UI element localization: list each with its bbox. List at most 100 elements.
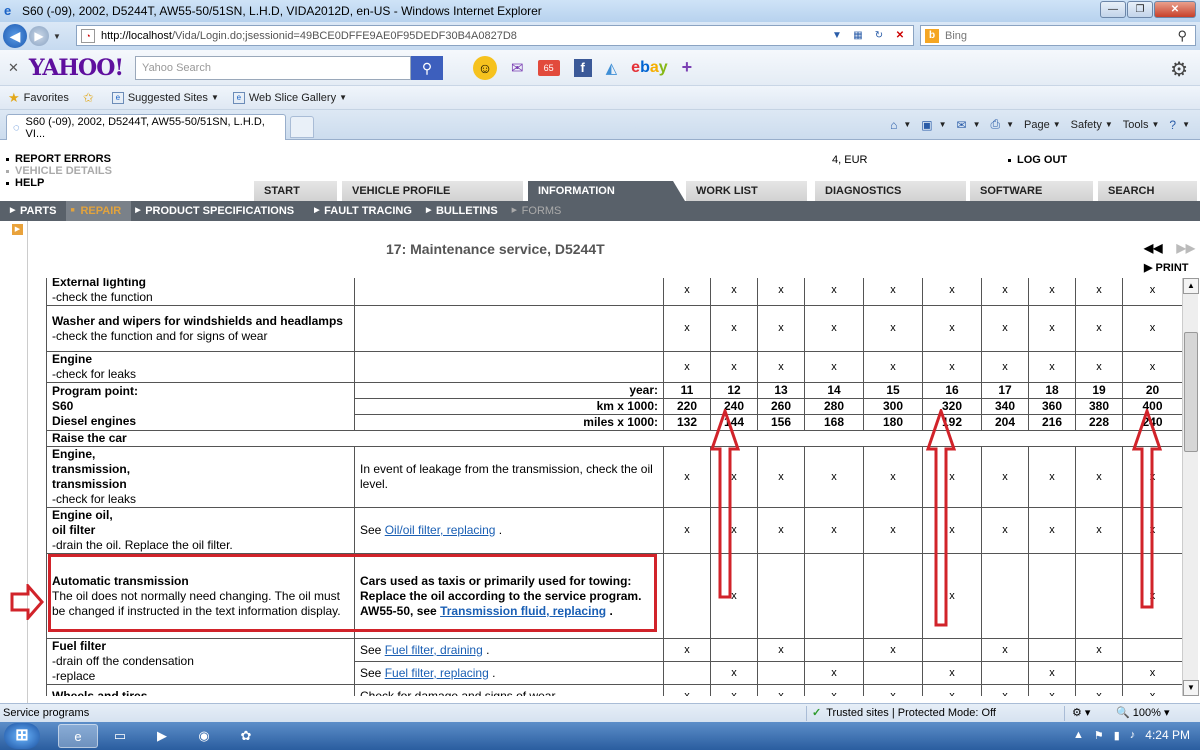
security-zone[interactable]: ✓ Trusted sites | Protected Mode: Off <box>812 706 996 720</box>
add-app-icon[interactable]: + <box>682 57 693 78</box>
table-cell: 12 <box>710 382 758 399</box>
feeds-button[interactable]: ▣ ▼ <box>921 118 946 132</box>
ebay-letter: e <box>631 58 641 76</box>
tab-information[interactable]: INFORMATION <box>528 181 685 201</box>
new-tab-button[interactable] <box>290 116 314 138</box>
table-cell: x <box>757 351 805 383</box>
page-loading-icon: ◔ <box>81 28 95 43</box>
taskbar-media-icon[interactable]: ▶ <box>142 724 182 748</box>
table-cell: x <box>1028 684 1076 696</box>
news-badge[interactable]: 65 <box>537 59 560 76</box>
table-cell: x <box>1028 278 1076 306</box>
fav-web-slice-gallery[interactable]: e Web Slice Gallery ▼ <box>232 91 347 104</box>
url-dropdown-icon[interactable]: ▼ <box>828 28 846 43</box>
close-button[interactable]: ✕ <box>1154 1 1196 18</box>
tools-menu[interactable]: Tools ▼ <box>1123 119 1160 131</box>
previous-page-icon[interactable]: ◀◀ <box>1144 241 1162 255</box>
bing-search-field[interactable]: b Bing ⚲ <box>920 25 1196 46</box>
yahoo-search-input[interactable]: Yahoo Search <box>135 55 412 80</box>
messenger-icon[interactable]: ☺ <box>473 55 498 80</box>
forward-button[interactable]: ▶ <box>29 26 49 46</box>
finance-chart-icon[interactable]: ◭ <box>606 59 618 77</box>
tab-start[interactable]: START <box>254 181 338 201</box>
yahoo-logo[interactable]: YAHOO! <box>29 55 124 81</box>
popup-blocker-icon[interactable]: ⚙ ▾ <box>1072 706 1090 719</box>
taskbar-explorer-icon[interactable]: ▭ <box>100 724 140 748</box>
tray-flag-icon[interactable]: ⚑ <box>1094 729 1104 742</box>
scroll-down-icon[interactable]: ▼ <box>1183 680 1199 696</box>
expand-panel-icon[interactable]: ▶ <box>12 224 23 235</box>
start-button[interactable]: ⊞ <box>4 723 40 749</box>
report-errors-link[interactable]: REPORT ERRORS <box>6 153 112 165</box>
vertical-scrollbar[interactable]: ▲ ▼ <box>1182 278 1199 696</box>
facebook-icon[interactable]: f <box>573 58 592 77</box>
fav-suggested-sites[interactable]: e Suggested Sites ▼ <box>111 91 219 104</box>
ebay-logo[interactable]: ebay <box>631 59 668 77</box>
scroll-thumb[interactable] <box>1184 332 1198 452</box>
tab-software[interactable]: SOFTWARE <box>970 181 1094 201</box>
scroll-up-icon[interactable]: ▲ <box>1183 278 1199 294</box>
mail-icon: ✉ <box>956 117 967 132</box>
print-link[interactable]: ▶ PRINT <box>1144 261 1189 274</box>
table-row: Raise the car <box>46 430 1182 447</box>
chevron-down-icon: ▼ <box>210 93 219 102</box>
home-button[interactable]: ⌂ ▼ <box>890 118 911 132</box>
table-cell: x <box>1028 446 1076 508</box>
help-button[interactable]: ? ▼ <box>1169 118 1190 132</box>
search-icon[interactable]: ⚲ <box>1177 28 1187 44</box>
stop-icon[interactable]: ✕ <box>891 28 909 43</box>
logout-link[interactable]: LOG OUT <box>1008 154 1067 166</box>
fuel-filter-draining-link[interactable]: Fuel filter, draining <box>385 643 483 657</box>
safety-menu[interactable]: Safety ▼ <box>1071 119 1113 131</box>
table-cell: x <box>663 446 711 508</box>
table-row: Engine oil, oil filter -drain the oil. Rep… <box>46 507 1182 554</box>
table-cell: 17 <box>981 382 1029 399</box>
mail-button[interactable]: ✉ ▼ <box>957 118 981 132</box>
tab-vehicle-profile[interactable]: VEHICLE PROFILE <box>342 181 524 201</box>
taskbar-ie-icon[interactable]: e <box>58 724 98 748</box>
minimize-button[interactable]: — <box>1100 1 1126 18</box>
oil-filter-replacing-link[interactable]: Oil/oil filter, replacing <box>385 523 496 537</box>
tab-search[interactable]: SEARCH <box>1098 181 1198 201</box>
transmission-fluid-replacing-link[interactable]: Transmission fluid, replacing <box>440 604 606 618</box>
tray-arrow-icon[interactable]: ▲ <box>1073 729 1084 741</box>
tab-diagnostics[interactable]: DIAGNOSTICS <box>815 181 967 201</box>
subtab-fault-tracing[interactable]: FAULT TRACING <box>310 201 422 221</box>
history-dropdown-icon[interactable]: ▼ <box>53 32 61 41</box>
table-cell: x <box>922 661 982 685</box>
network-icon[interactable]: ▮ <box>1114 729 1120 742</box>
clock[interactable]: 4:24 PM <box>1145 728 1190 742</box>
fuel-filter-replacing-link[interactable]: Fuel filter, replacing <box>385 666 489 680</box>
table-cell: x <box>663 278 711 306</box>
url-field[interactable]: ◔ http://localhost/Vida/Login.do;jsessio… <box>76 25 914 46</box>
zoom-level[interactable]: 🔍 100% ▾ <box>1116 706 1169 719</box>
window-titlebar: e S60 (-09), 2002, D5244T, AW55-50/51SN,… <box>0 0 1200 22</box>
browser-tab[interactable]: ◌ S60 (-09), 2002, D5244T, AW55-50/51SN,… <box>6 114 286 140</box>
subtab-product-specifications[interactable]: PRODUCT SPECIFICATIONS <box>131 201 304 221</box>
page-menu[interactable]: Page ▼ <box>1024 119 1061 131</box>
yahoo-search-button[interactable]: ⚲ <box>411 55 444 80</box>
table-cell: 20 <box>1122 382 1182 399</box>
print-button[interactable]: ⎙ ▼ <box>991 117 1015 132</box>
taskbar-app-icon[interactable]: ✿ <box>226 724 266 748</box>
gear-icon[interactable]: ⚙ <box>1170 57 1188 82</box>
table-cell <box>981 661 1029 685</box>
back-button[interactable]: ◀ <box>3 24 27 48</box>
mail-icon[interactable]: ✉ <box>511 59 524 77</box>
tab-work-list[interactable]: WORK LIST <box>686 181 808 201</box>
add-favorites-button[interactable]: ✩ <box>83 90 98 106</box>
table-cell: x <box>757 305 805 352</box>
subtab-forms: FORMS <box>508 201 572 221</box>
taskbar-chrome-icon[interactable]: ◉ <box>184 724 224 748</box>
compatibility-view-icon[interactable]: ▦ <box>849 28 867 43</box>
subtab-repair[interactable]: REPAIR <box>66 201 132 221</box>
toolbar-close-icon[interactable]: ✕ <box>8 60 19 76</box>
table-cell: x <box>922 351 982 383</box>
maximize-button[interactable]: ❐ <box>1127 1 1153 18</box>
volume-icon[interactable]: ♪ <box>1130 729 1136 741</box>
favorites-button[interactable]: ★ Favorites <box>8 90 69 106</box>
subtab-bulletins[interactable]: BULLETINS <box>422 201 508 221</box>
table-row: Engine, transmission, transmission -check f… <box>46 446 1182 508</box>
subtab-parts[interactable]: PARTS <box>6 201 66 221</box>
refresh-icon[interactable]: ↻ <box>870 28 888 43</box>
